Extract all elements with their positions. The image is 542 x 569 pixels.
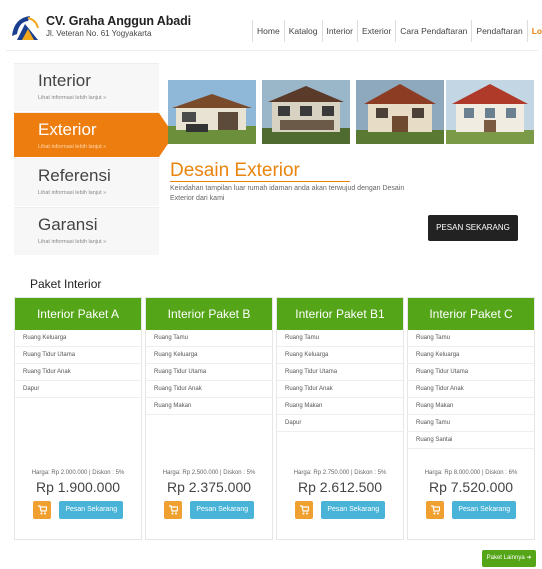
- house-image-1: [168, 80, 256, 144]
- package-item: Ruang Tamu: [408, 415, 534, 432]
- package-item: Ruang Makan: [146, 398, 272, 415]
- package-actions: Pesan Sekarang: [277, 501, 403, 519]
- package-item: Ruang Keluarga: [277, 347, 403, 364]
- order-package-button[interactable]: Pesan Sekarang: [59, 501, 124, 519]
- main-nav: Home Katalog Interior Exterior Cara Pend…: [252, 20, 542, 42]
- price: Rp 7.520.000: [428, 479, 514, 495]
- package-item: Ruang Keluarga: [146, 347, 272, 364]
- sidebar-item-title: Interior: [38, 71, 91, 90]
- nav-home[interactable]: Home: [252, 20, 284, 42]
- package-item: Ruang Makan: [277, 398, 403, 415]
- package-item: Ruang Keluarga: [15, 330, 141, 347]
- sidebar-item-subtitle: Lihat informasi lebih lanjut »: [38, 190, 107, 196]
- more-packages-label: Paket Lainnya: [486, 555, 525, 561]
- package-item: Ruang Tidur Utama: [277, 364, 403, 381]
- package-items: Ruang Tamu Ruang Keluarga Ruang Tidur Ut…: [277, 330, 403, 432]
- package-item: Ruang Tidur Utama: [146, 364, 272, 381]
- package-items: Ruang Keluarga Ruang Tidur Utama Ruang T…: [15, 330, 141, 398]
- cart-icon: [37, 505, 47, 515]
- arrow-right-icon: ➜: [526, 555, 532, 561]
- package-item: Ruang Tidur Anak: [408, 381, 534, 398]
- sidebar-item-garansi[interactable]: Garansi Lihat informasi lebih lanjut »: [14, 207, 159, 255]
- sidebar-item-title: Exterior: [38, 120, 97, 139]
- exterior-gallery: [168, 80, 536, 144]
- house-image-2: [262, 80, 350, 144]
- package-item: Dapur: [15, 381, 141, 398]
- order-package-button[interactable]: Pesan Sekarang: [452, 501, 517, 519]
- package-items: Ruang Tamu Ruang Keluarga Ruang Tidur Ut…: [408, 330, 534, 449]
- package-actions: Pesan Sekarang: [146, 501, 272, 519]
- package-item: Ruang Makan: [408, 398, 534, 415]
- feature-description: Keindahan tampilan luar rumah idaman and…: [170, 185, 405, 202]
- sidebar-item-title: Referensi: [38, 166, 111, 185]
- cart-button[interactable]: [32, 501, 51, 519]
- cart-button[interactable]: [425, 501, 444, 519]
- package-item: Ruang Tidur Anak: [277, 381, 403, 398]
- order-now-button[interactable]: PESAN SEKARANG: [428, 215, 518, 241]
- sidebar-item-exterior[interactable]: Exterior Lihat informasi lebih lanjut »: [14, 112, 174, 157]
- cart-button[interactable]: [294, 501, 313, 519]
- cart-icon: [430, 505, 440, 515]
- package-item: Ruang Tamu: [146, 330, 272, 347]
- more-packages-button[interactable]: Paket Lainnya ➜: [482, 550, 536, 567]
- package-item: Ruang Tidur Anak: [15, 364, 141, 381]
- package-item: Ruang Santai: [408, 432, 534, 449]
- sidebar: Interior Lihat informasi lebih lanjut » …: [14, 63, 174, 256]
- package-card-a: Interior Paket A Ruang Keluarga Ruang Ti…: [14, 297, 142, 540]
- logo: [12, 16, 39, 40]
- package-card-b: Interior Paket B Ruang Tamu Ruang Keluar…: [145, 297, 273, 540]
- house-image-3: [356, 80, 444, 144]
- nav-exterior[interactable]: Exterior: [357, 20, 395, 42]
- order-package-button[interactable]: Pesan Sekarang: [190, 501, 255, 519]
- price-note: Harga: Rp 8.000.000 | Diskon : 6%: [424, 470, 518, 476]
- cart-icon: [299, 505, 309, 515]
- order-package-button[interactable]: Pesan Sekarang: [321, 501, 386, 519]
- package-item: Dapur: [277, 415, 403, 432]
- sidebar-item-title: Garansi: [38, 215, 98, 234]
- package-item: Ruang Tidur Utama: [15, 347, 141, 364]
- package-card-b1: Interior Paket B1 Ruang Tamu Ruang Kelua…: [276, 297, 404, 540]
- sidebar-item-subtitle: Lihat informasi lebih lanjut »: [38, 144, 107, 150]
- brand-address: Jl. Veteran No. 61 Yogyakarta: [46, 29, 152, 38]
- price: Rp 2.612.500: [297, 479, 383, 495]
- header-divider: [6, 50, 538, 51]
- package-item: Ruang Keluarga: [408, 347, 534, 364]
- sidebar-item-subtitle: Lihat informasi lebih lanjut »: [38, 239, 107, 245]
- nav-pendaftaran[interactable]: Pendaftaran: [471, 20, 526, 42]
- package-title: Interior Paket B: [146, 298, 272, 330]
- section-title: Paket Interior: [30, 277, 102, 291]
- package-item: Ruang Tidur Utama: [408, 364, 534, 381]
- package-actions: Pesan Sekarang: [15, 501, 141, 519]
- package-card-c: Interior Paket C Ruang Tamu Ruang Keluar…: [407, 297, 535, 540]
- package-title: Interior Paket A: [15, 298, 141, 330]
- house-image-4: [446, 80, 534, 144]
- package-actions: Pesan Sekarang: [408, 501, 534, 519]
- header: CV. Graha Anggun Abadi Jl. Veteran No. 6…: [0, 0, 542, 52]
- cart-button[interactable]: [163, 501, 182, 519]
- nav-interior[interactable]: Interior: [321, 20, 357, 42]
- package-item: Ruang Tamu: [408, 330, 534, 347]
- sidebar-item-subtitle: Lihat informasi lebih lanjut »: [38, 95, 107, 101]
- package-item: Ruang Tidur Anak: [146, 381, 272, 398]
- feature-title: Desain Exterior: [170, 160, 300, 181]
- price-note: Harga: Rp 2.500.000 | Diskon : 5%: [162, 470, 256, 476]
- package-items: Ruang Tamu Ruang Keluarga Ruang Tidur Ut…: [146, 330, 272, 415]
- price: Rp 1.900.000: [35, 479, 121, 495]
- nav-cara-pendaftaran[interactable]: Cara Pendaftaran: [395, 20, 471, 42]
- package-item: Ruang Tamu: [277, 330, 403, 347]
- price: Rp 2.375.000: [166, 479, 252, 495]
- nav-login[interactable]: Login: [526, 20, 542, 42]
- sidebar-item-referensi[interactable]: Referensi Lihat informasi lebih lanjut »: [14, 158, 159, 206]
- sidebar-item-interior[interactable]: Interior Lihat informasi lebih lanjut »: [14, 63, 159, 111]
- cart-icon: [168, 505, 178, 515]
- package-title: Interior Paket C: [408, 298, 534, 330]
- package-title: Interior Paket B1: [277, 298, 403, 330]
- price-note: Harga: Rp 2.000.000 | Diskon : 5%: [31, 470, 125, 476]
- brand-name: CV. Graha Anggun Abadi: [46, 14, 192, 28]
- feature-title-underline: [170, 181, 350, 182]
- price-note: Harga: Rp 2.750.000 | Diskon : 5%: [293, 470, 387, 476]
- nav-katalog[interactable]: Katalog: [283, 20, 322, 42]
